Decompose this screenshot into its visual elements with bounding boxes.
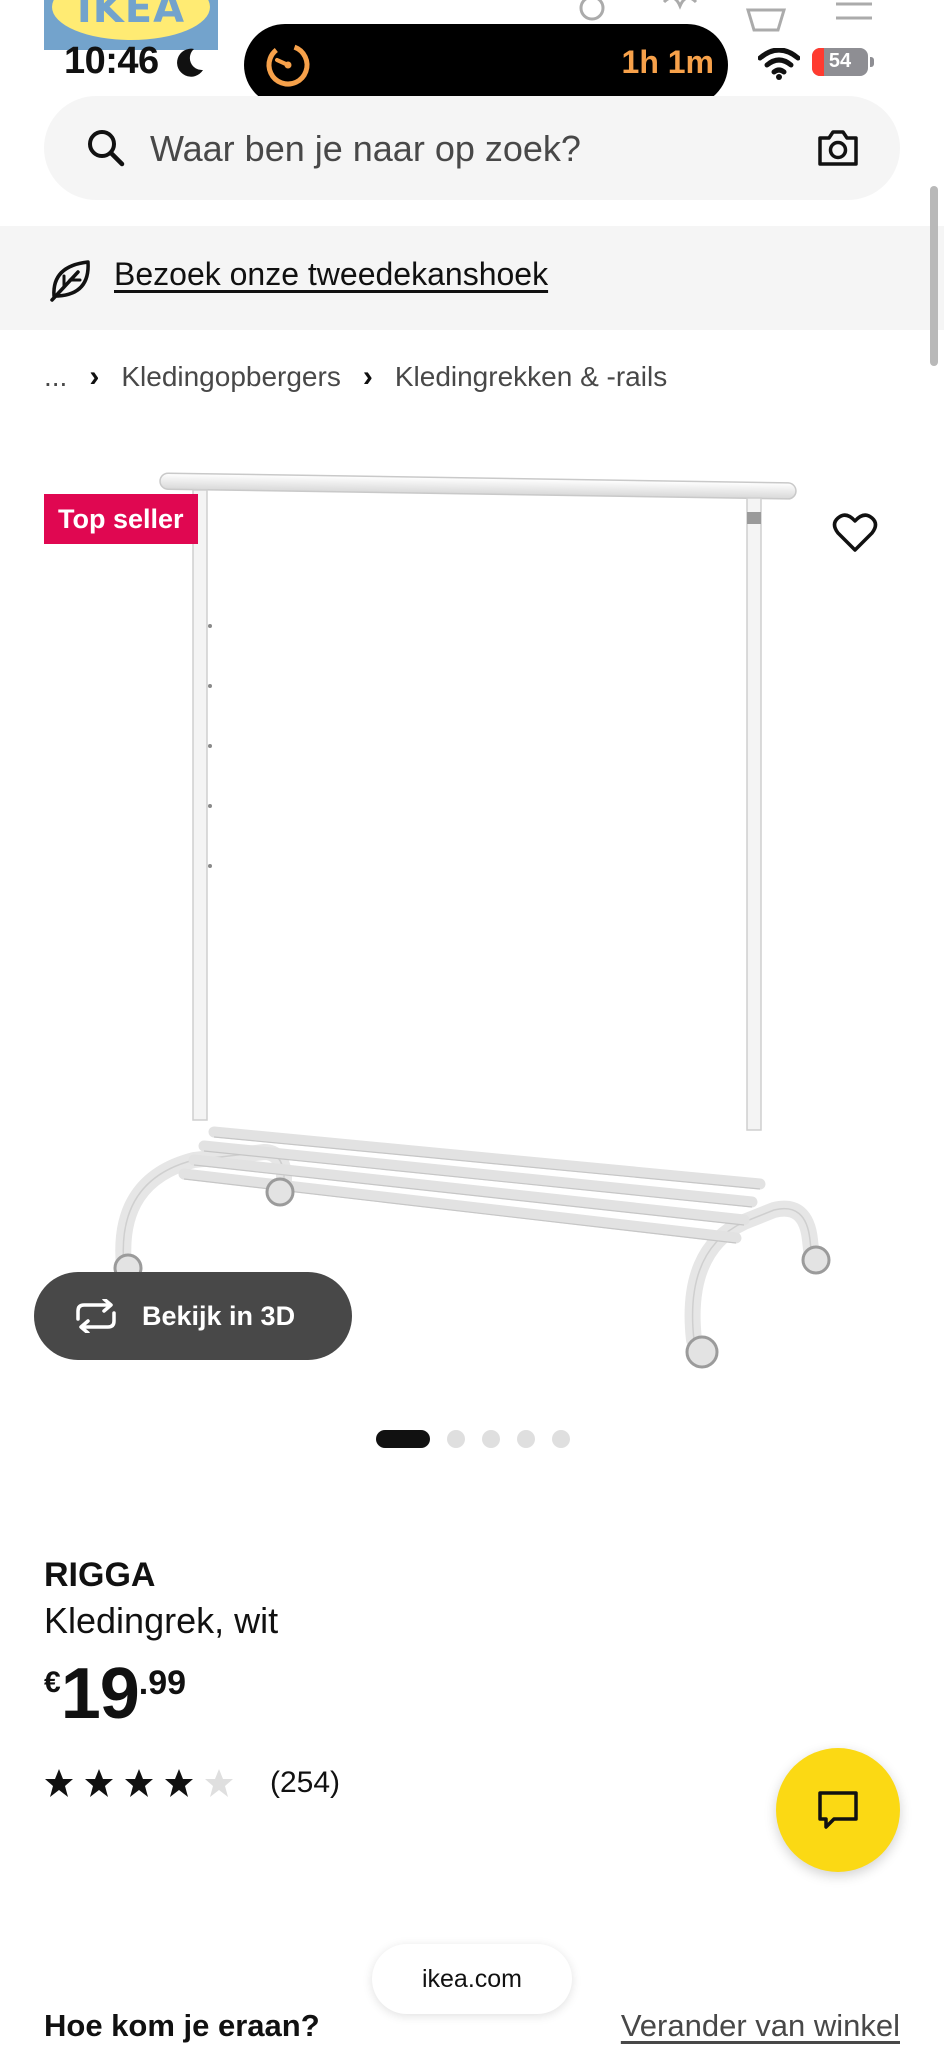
change-store-link[interactable]: Verander van winkel <box>621 2008 900 2044</box>
product-price: € 19 .99 <box>44 1654 186 1734</box>
price-currency: € <box>44 1666 61 1699</box>
view-in-3d-label: Bekijk in 3D <box>142 1300 296 1331</box>
battery-cap <box>870 57 874 67</box>
timer-icon <box>266 43 310 87</box>
moon-icon <box>177 48 203 77</box>
chevron-right-icon: › <box>89 360 100 393</box>
chat-button[interactable] <box>776 1748 900 1872</box>
product-image[interactable] <box>44 440 900 1400</box>
carousel-dot[interactable] <box>447 1430 465 1448</box>
breadcrumb-ellipsis[interactable]: ... <box>44 361 67 393</box>
star-filled-icon <box>45 1769 73 1797</box>
second-hand-banner[interactable]: Bezoek onze tweedekanshoek <box>0 226 944 330</box>
heart-icon[interactable] <box>832 512 878 554</box>
second-hand-link[interactable]: Bezoek onze tweedekanshoek <box>114 256 548 293</box>
battery-icon: 54 <box>812 48 868 76</box>
delivery-title: Hoe kom je eraan? <box>44 2008 320 2043</box>
status-time: 10:46 <box>64 40 159 82</box>
chat-icon <box>818 1791 858 1829</box>
scrollbar[interactable] <box>930 186 938 366</box>
breadcrumb: ... › Kledingopbergers › Kledingrekken &… <box>44 360 667 394</box>
wifi-icon <box>758 48 800 80</box>
review-count[interactable]: (254) <box>270 1766 340 1800</box>
search-icon <box>88 130 125 167</box>
carousel-dot[interactable] <box>482 1430 500 1448</box>
breadcrumb-item-clothes-racks[interactable]: Kledingrekken & -rails <box>395 361 667 393</box>
camera-icon[interactable] <box>816 126 860 170</box>
chevron-right-icon: › <box>362 360 373 393</box>
product-description: Kledingrek, wit <box>44 1600 279 1641</box>
breadcrumb-item-clothes-storage[interactable]: Kledingopbergers <box>121 361 341 393</box>
status-bar: IKEA 10:46 1h 1m 54 <box>0 0 944 106</box>
activity-timer-text: 1h 1m <box>621 44 714 80</box>
leaf-icon <box>50 260 90 302</box>
top-seller-badge: Top seller <box>44 494 198 544</box>
carousel-dot[interactable] <box>517 1430 535 1448</box>
star-filled-icon <box>165 1769 193 1797</box>
carousel-dot[interactable] <box>376 1430 430 1448</box>
star-filled-icon <box>125 1769 153 1797</box>
view-in-3d-button[interactable]: Bekijk in 3D <box>34 1272 352 1360</box>
price-cents: .99 <box>138 1664 187 1702</box>
carousel-dot[interactable] <box>552 1430 570 1448</box>
image-carousel-dots <box>0 1428 944 1448</box>
product-name: RIGGA <box>44 1556 156 1594</box>
price-whole: 19 <box>60 1654 140 1734</box>
product-rating[interactable]: (254) <box>44 1766 340 1800</box>
battery-percent: 54 <box>828 50 852 72</box>
star-filled-icon <box>85 1769 113 1797</box>
rotate-3d-icon <box>76 1299 116 1333</box>
search-input[interactable]: Waar ben je naar op zoek? <box>150 128 581 170</box>
star-empty-icon <box>205 1769 233 1797</box>
search-bar[interactable]: Waar ben je naar op zoek? <box>44 96 900 200</box>
browser-url-bar[interactable]: ikea.com <box>372 1944 572 2014</box>
